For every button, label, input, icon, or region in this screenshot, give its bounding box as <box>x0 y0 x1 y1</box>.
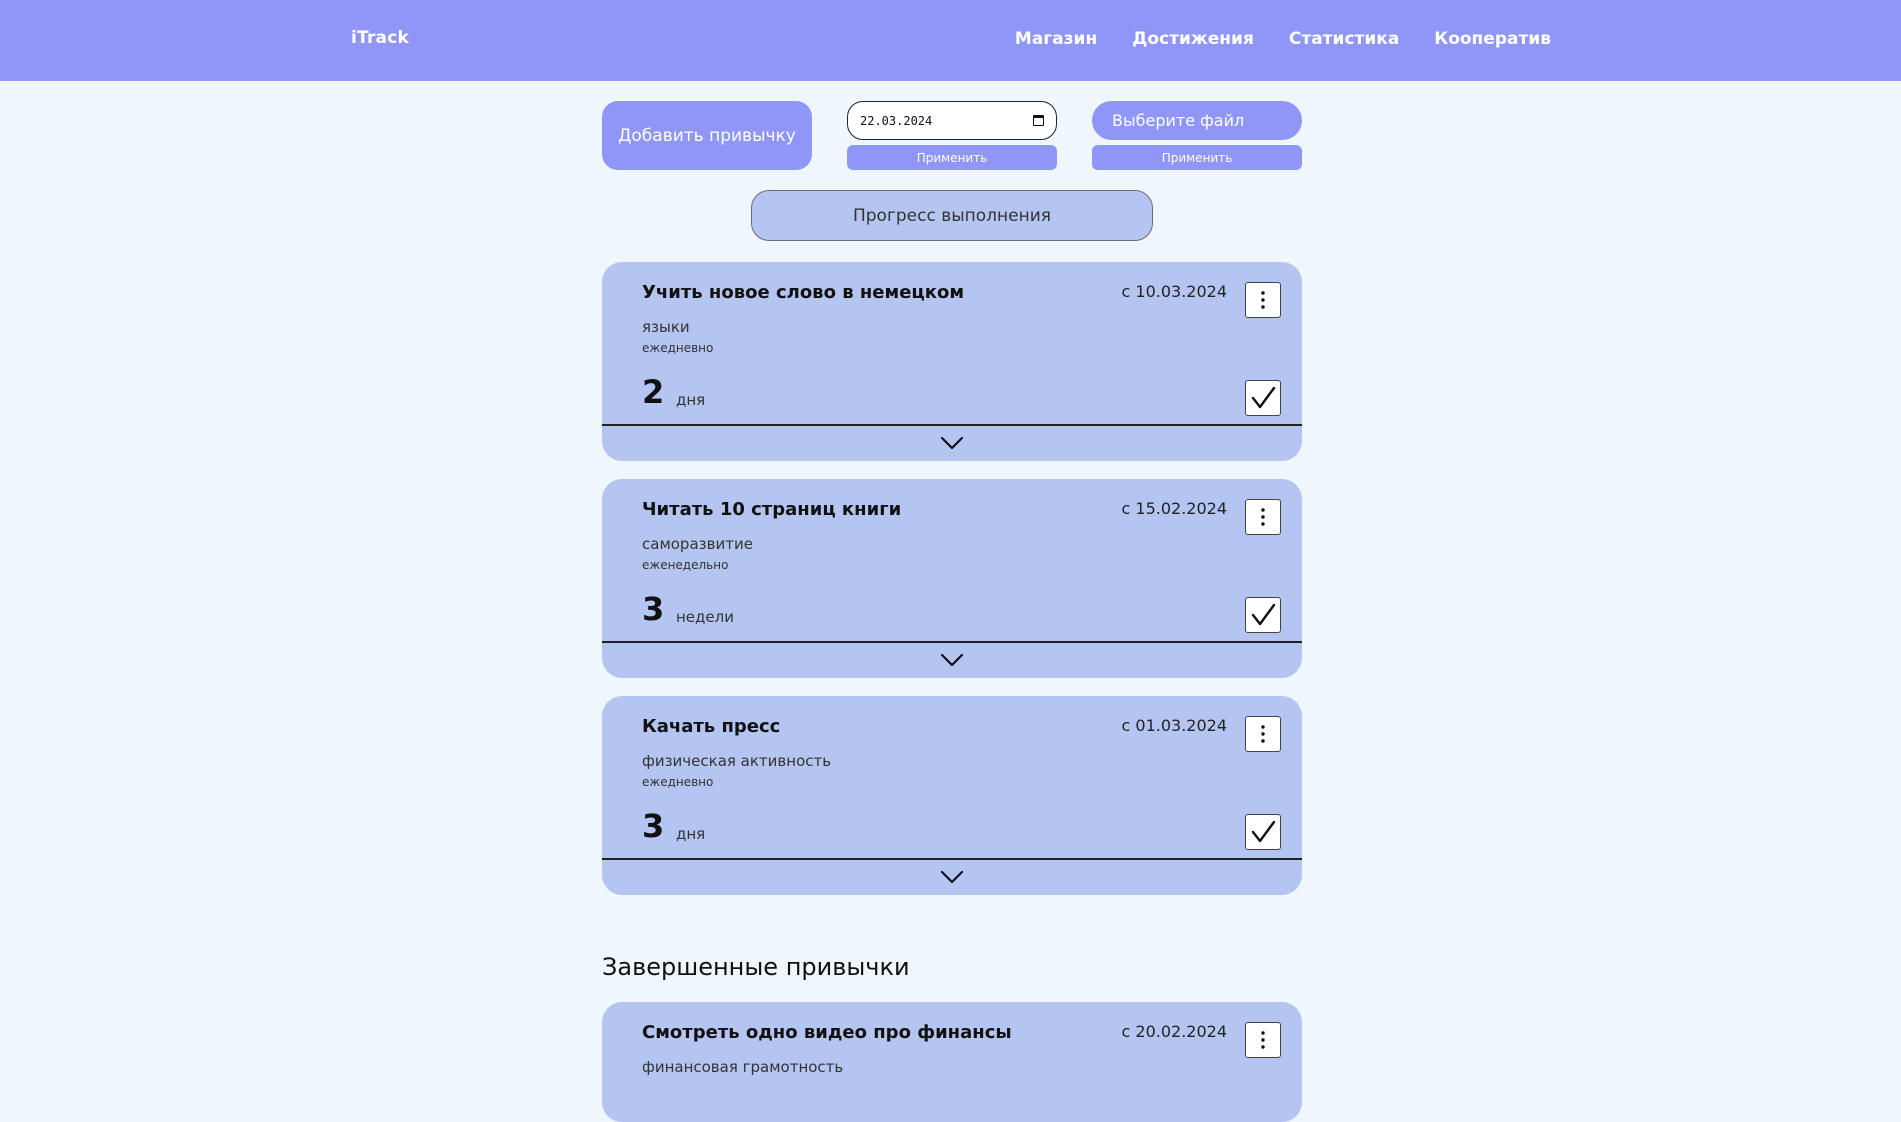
habit-expand-button[interactable] <box>602 860 1302 894</box>
habit-card: Качать пресс с 01.03.2024 физическая акт… <box>602 696 1302 895</box>
habit-title: Читать 10 страниц книги <box>642 499 902 520</box>
habit-card: Читать 10 страниц книги с 15.02.2024 сам… <box>602 479 1302 678</box>
habit-title: Смотреть одно видео про финансы <box>642 1022 1012 1043</box>
habit-streak-count: 3 <box>642 590 665 628</box>
more-vertical-icon <box>1261 508 1265 526</box>
top-navbar: iTrack Магазин Достижения Статистика Коо… <box>0 0 1901 81</box>
choose-file-button[interactable]: Выберите файл <box>1092 101 1302 140</box>
habit-start-date: с 15.02.2024 <box>1121 499 1228 518</box>
more-vertical-icon <box>1261 291 1265 309</box>
habit-check-button[interactable] <box>1245 597 1281 633</box>
more-vertical-icon <box>1261 725 1265 743</box>
habit-category: финансовая грамотность <box>642 1058 844 1076</box>
checkmark-icon <box>1251 820 1276 843</box>
habit-frequency: еженедельно <box>642 558 729 572</box>
add-habit-button[interactable]: Добавить привычку <box>602 101 812 170</box>
habit-streak-count: 3 <box>642 807 665 845</box>
nav-link-cooperative[interactable]: Кооператив <box>1434 29 1551 49</box>
habit-frequency: ежедневно <box>642 775 714 789</box>
completed-habits-heading: Завершенные привычки <box>602 953 910 981</box>
completed-habit-card: Смотреть одно видео про финансы с 20.02.… <box>602 1002 1302 1122</box>
progress-button[interactable]: Прогресс выполнения <box>751 190 1153 241</box>
habit-menu-button[interactable] <box>1245 1022 1281 1058</box>
habit-start-date: с 01.03.2024 <box>1121 716 1228 735</box>
habit-category: саморазвитие <box>642 535 753 553</box>
chevron-down-icon <box>940 653 964 667</box>
more-vertical-icon <box>1261 1031 1265 1049</box>
habit-category: языки <box>642 318 690 336</box>
habit-start-date: с 10.03.2024 <box>1121 282 1228 301</box>
chevron-down-icon <box>940 436 964 450</box>
date-input-value: 22.03.2024 <box>860 113 933 128</box>
habit-category: физическая активность <box>642 752 832 770</box>
habit-streak-unit: дня <box>676 391 706 409</box>
habit-expand-button[interactable] <box>602 426 1302 460</box>
calendar-icon[interactable] <box>1033 115 1044 126</box>
nav-link-statistics[interactable]: Статистика <box>1289 29 1399 49</box>
logo[interactable]: iTrack <box>351 28 409 48</box>
checkmark-icon <box>1251 386 1276 409</box>
nav-link-achievements[interactable]: Достижения <box>1132 29 1254 49</box>
habit-streak-unit: дня <box>676 825 706 843</box>
habit-menu-button[interactable] <box>1245 716 1281 752</box>
apply-file-button[interactable]: Применить <box>1092 145 1302 170</box>
habit-menu-button[interactable] <box>1245 282 1281 318</box>
habit-streak-count: 2 <box>642 373 665 411</box>
nav-link-shop[interactable]: Магазин <box>1015 29 1097 49</box>
checkmark-icon <box>1251 603 1276 626</box>
habit-card: Учить новое слово в немецком с 10.03.202… <box>602 262 1302 461</box>
habit-check-button[interactable] <box>1245 380 1281 416</box>
main-nav: Магазин Достижения Статистика Кооператив <box>1015 29 1551 49</box>
habit-title: Учить новое слово в немецком <box>642 282 965 303</box>
apply-date-button[interactable]: Применить <box>847 145 1057 170</box>
habit-frequency: ежедневно <box>642 341 714 355</box>
date-input[interactable]: 22.03.2024 <box>847 101 1057 140</box>
habit-start-date: с 20.02.2024 <box>1121 1022 1228 1041</box>
habit-expand-button[interactable] <box>602 643 1302 677</box>
chevron-down-icon <box>940 870 964 884</box>
habit-check-button[interactable] <box>1245 814 1281 850</box>
habit-streak-unit: недели <box>676 608 734 626</box>
habit-title: Качать пресс <box>642 716 781 737</box>
habit-menu-button[interactable] <box>1245 499 1281 535</box>
